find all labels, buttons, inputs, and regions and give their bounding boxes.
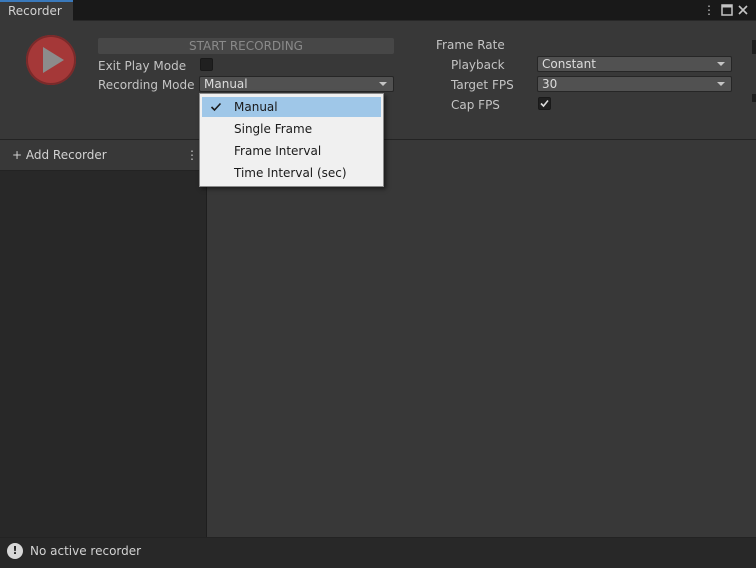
play-icon: [43, 47, 64, 73]
menu-item-manual[interactable]: Manual: [202, 97, 381, 117]
menu-item-label: Time Interval (sec): [234, 166, 347, 180]
info-icon: !: [7, 543, 23, 559]
add-recorder-button[interactable]: + Add Recorder: [12, 147, 107, 163]
recorder-details-panel: [207, 140, 756, 537]
tab-bar: [0, 0, 756, 20]
target-fps-value: 30: [542, 77, 558, 91]
exit-play-mode-label: Exit Play Mode: [98, 59, 187, 73]
status-text: No active recorder: [30, 544, 142, 558]
menu-item-label: Single Frame: [234, 122, 313, 136]
cap-fps-label: Cap FPS: [451, 98, 500, 112]
maximize-icon[interactable]: [720, 1, 734, 19]
tab-label: Recorder: [8, 4, 62, 18]
menu-item-label: Manual: [234, 100, 278, 114]
recording-mode-value: Manual: [204, 77, 248, 91]
playback-label: Playback: [451, 58, 505, 72]
chevron-down-icon: [717, 82, 725, 86]
menu-item-label: Frame Interval: [234, 144, 322, 158]
chevron-down-icon: [717, 62, 725, 66]
menu-item-single-frame[interactable]: Single Frame: [202, 119, 381, 139]
frame-rate-header: Frame Rate: [436, 38, 505, 52]
close-icon[interactable]: [736, 1, 750, 19]
panel-edge: [752, 40, 756, 54]
exit-play-mode-checkbox[interactable]: [200, 58, 213, 71]
more-vert-icon[interactable]: ⋮: [702, 1, 716, 19]
tab-recorder[interactable]: Recorder: [0, 0, 73, 21]
recording-mode-label: Recording Mode: [98, 78, 195, 92]
target-fps-label: Target FPS: [451, 78, 514, 92]
checkmark-icon: [540, 99, 549, 108]
record-play-button[interactable]: [26, 35, 76, 85]
playback-value: Constant: [542, 57, 596, 71]
more-vert-icon[interactable]: ⋮: [186, 147, 198, 163]
playback-dropdown[interactable]: Constant: [537, 56, 732, 72]
menu-item-time-interval[interactable]: Time Interval (sec): [202, 163, 381, 183]
recording-mode-menu: Manual Single Frame Frame Interval Time …: [199, 93, 384, 187]
recording-mode-dropdown[interactable]: Manual: [199, 76, 394, 92]
checkmark-icon: [210, 102, 222, 112]
panel-edge: [752, 94, 756, 102]
start-recording-button[interactable]: START RECORDING: [98, 38, 394, 54]
cap-fps-checkbox[interactable]: [538, 97, 551, 110]
recorder-list-panel: [0, 140, 207, 537]
target-fps-dropdown[interactable]: 30: [537, 76, 732, 92]
chevron-down-icon: [379, 82, 387, 86]
menu-item-frame-interval[interactable]: Frame Interval: [202, 141, 381, 161]
